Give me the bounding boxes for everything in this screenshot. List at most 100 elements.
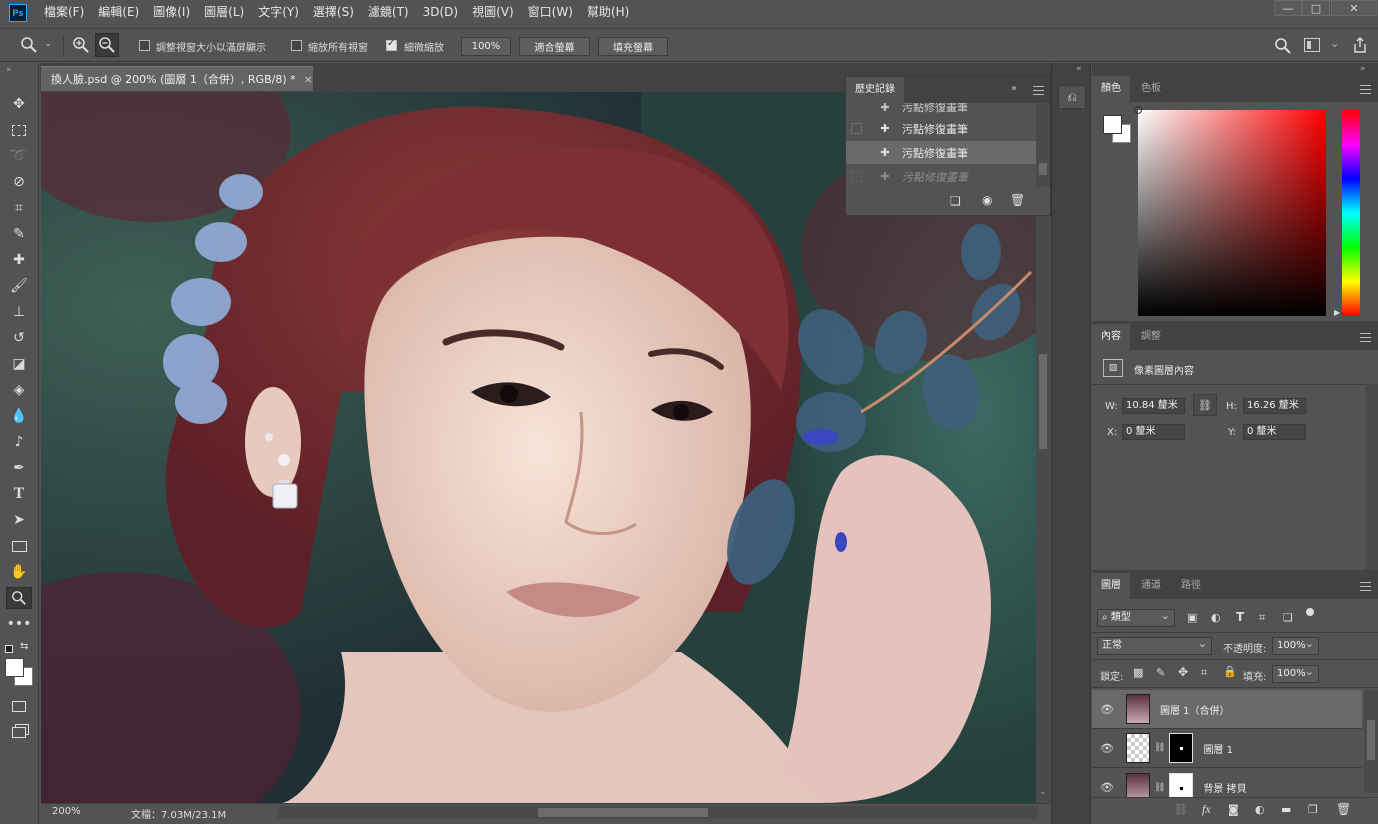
history-menu-icon[interactable] [1033, 86, 1044, 95]
hand-tool-icon[interactable]: ✋ [6, 561, 32, 583]
menu-type[interactable]: 文字(Y) [251, 0, 306, 25]
pen-tool-icon[interactable]: ✒ [6, 457, 32, 479]
color-menu-icon[interactable] [1360, 85, 1371, 94]
snapshot-checkbox[interactable] [851, 171, 862, 182]
tab-layers[interactable]: 圖層 [1092, 573, 1130, 599]
history-panel-icon[interactable]: ⎌ [1058, 85, 1086, 109]
trash-icon[interactable]: 🗑 [1010, 193, 1025, 207]
fit-screen-button[interactable]: 適合螢幕 [519, 37, 590, 56]
close-tab-icon[interactable]: × [304, 73, 313, 86]
filter-type-icon[interactable]: T [1236, 610, 1244, 624]
folder-icon[interactable]: ▬ [1281, 803, 1291, 816]
filter-adjustment-icon[interactable]: ◐ [1211, 611, 1221, 624]
zoom-tool-icon-selected[interactable] [6, 587, 32, 609]
layers-menu-icon[interactable] [1360, 582, 1371, 591]
horizontal-scroll-thumb[interactable] [538, 808, 708, 817]
menu-help[interactable]: 幫助(H) [580, 0, 636, 25]
workspace-chevron-icon[interactable]: ⌄ [1330, 37, 1339, 50]
link-icon[interactable]: ⛓ [1174, 803, 1188, 816]
menu-file[interactable]: 檔案(F) [37, 0, 91, 25]
menu-select[interactable]: 選擇(S) [306, 0, 361, 25]
fill-field[interactable]: 100% [1272, 664, 1319, 683]
workspace-icon[interactable] [1304, 38, 1320, 52]
minimize-button[interactable]: — [1274, 0, 1302, 16]
paint-bucket-tool-icon[interactable]: ◈ [6, 379, 32, 401]
properties-menu-icon[interactable] [1360, 333, 1371, 342]
blur-tool-icon[interactable]: 💧 [6, 405, 32, 427]
tool-preset-chevron-icon[interactable]: ⌄ [44, 38, 52, 49]
menu-image[interactable]: 圖像(I) [146, 0, 197, 25]
layer-row-selected[interactable]: 👁 圖層 1（合併） [1092, 690, 1362, 729]
move-tool-icon[interactable]: ✥ [6, 93, 32, 115]
search-icon[interactable] [1274, 37, 1292, 58]
color-panel-foreground-swatch[interactable] [1103, 115, 1122, 134]
menu-filter[interactable]: 濾鏡(T) [361, 0, 416, 25]
scrubby-zoom-checkbox[interactable] [386, 38, 397, 51]
history-item-partial[interactable]: ✚ 污點修復畫筆 [846, 103, 1036, 115]
swap-colors-icon[interactable]: ⇆ [20, 641, 28, 652]
close-window-button[interactable]: ✕ [1331, 0, 1377, 16]
more-tools-icon[interactable]: ••• [6, 613, 32, 635]
x-field[interactable]: 0 釐米 [1122, 424, 1185, 440]
properties-scrollbar[interactable] [1365, 384, 1378, 570]
dodge-tool-icon[interactable]: ♪ [6, 431, 32, 453]
tab-properties[interactable]: 內容 [1092, 324, 1130, 350]
snapshot-checkbox[interactable] [851, 147, 862, 158]
lasso-tool-icon[interactable]: ➰ [6, 145, 32, 167]
zoom-tool-icon[interactable] [20, 36, 38, 58]
snapshot-checkbox[interactable] [851, 123, 862, 134]
history-brush-tool-icon[interactable]: ↺ [6, 327, 32, 349]
layers-scroll-thumb[interactable] [1367, 720, 1375, 760]
collapse-right-dock-icon[interactable]: » [1360, 64, 1366, 74]
spot-healing-tool-icon[interactable]: ✚ [6, 249, 32, 271]
height-field[interactable]: 16.26 釐米 [1243, 398, 1306, 414]
clone-stamp-tool-icon[interactable]: ⊥ [6, 301, 32, 323]
resize-window-checkbox[interactable] [139, 40, 150, 51]
new-document-from-state-icon[interactable]: ❏ [950, 194, 961, 208]
mask-link-icon[interactable]: ⛓ [1154, 743, 1165, 753]
lock-all-icon[interactable]: 🔒 [1223, 665, 1237, 678]
trash-icon[interactable]: 🗑 [1336, 802, 1351, 816]
vertical-scroll-thumb[interactable] [1039, 354, 1047, 449]
rectangle-tool-icon[interactable] [6, 535, 32, 557]
filter-toggle-icon[interactable] [1306, 608, 1314, 616]
camera-snapshot-icon[interactable]: ◉ [982, 193, 992, 207]
adjustment-icon[interactable]: ◐ [1255, 803, 1265, 816]
history-item[interactable]: ✚ 污點修復畫筆 [846, 117, 1036, 140]
collapse-dock-icon[interactable]: « [1076, 64, 1082, 74]
history-scrollbar[interactable] [1036, 103, 1050, 187]
layers-scrollbar[interactable] [1364, 690, 1378, 793]
zoom-in-icon[interactable] [72, 36, 90, 57]
marquee-tool-icon[interactable] [6, 119, 32, 141]
visibility-eye-icon[interactable]: 👁 [1100, 703, 1116, 716]
fill-screen-button[interactable]: 填充螢幕 [598, 37, 668, 56]
scroll-down-icon[interactable]: ⌄ [1039, 787, 1047, 797]
default-colors-icon[interactable] [5, 645, 13, 653]
lock-artboard-icon[interactable]: ⌗ [1201, 666, 1207, 680]
menu-3d[interactable]: 3D(D) [416, 0, 465, 25]
collapse-toolbar-icon[interactable]: » [6, 65, 12, 75]
width-field[interactable]: 10.84 釐米 [1122, 398, 1185, 414]
quick-mask-icon[interactable] [6, 695, 32, 717]
tab-paths[interactable]: 路徑 [1172, 573, 1210, 599]
y-field[interactable]: 0 釐米 [1243, 424, 1306, 440]
layer-filter-dropdown[interactable]: ⌕ 類型 [1097, 608, 1175, 627]
hue-slider[interactable] [1342, 110, 1360, 316]
eyedropper-tool-icon[interactable]: ✎ [6, 223, 32, 245]
filter-pixel-icon[interactable]: ▣ [1187, 611, 1197, 624]
blend-mode-dropdown[interactable]: 正常 [1097, 636, 1212, 655]
layer-mask-thumbnail[interactable] [1169, 733, 1194, 763]
share-icon[interactable] [1352, 36, 1368, 57]
canvas-horizontal-scrollbar[interactable] [278, 806, 1038, 819]
new-layer-icon[interactable]: ❐ [1308, 803, 1318, 816]
menu-window[interactable]: 窗口(W) [521, 0, 580, 25]
menu-layer[interactable]: 圖層(L) [197, 0, 251, 25]
visibility-eye-icon[interactable]: 👁 [1100, 781, 1116, 794]
brush-tool-icon[interactable]: 🖌 [6, 275, 32, 297]
zoom-all-windows-checkbox[interactable] [291, 40, 302, 51]
lock-transparent-icon[interactable]: ▩ [1133, 666, 1143, 679]
opacity-field[interactable]: 100% [1272, 636, 1319, 655]
tab-channels[interactable]: 通道 [1132, 573, 1170, 599]
zoom-100-button[interactable]: 100% [461, 37, 511, 56]
foreground-color-swatch[interactable] [5, 658, 24, 677]
